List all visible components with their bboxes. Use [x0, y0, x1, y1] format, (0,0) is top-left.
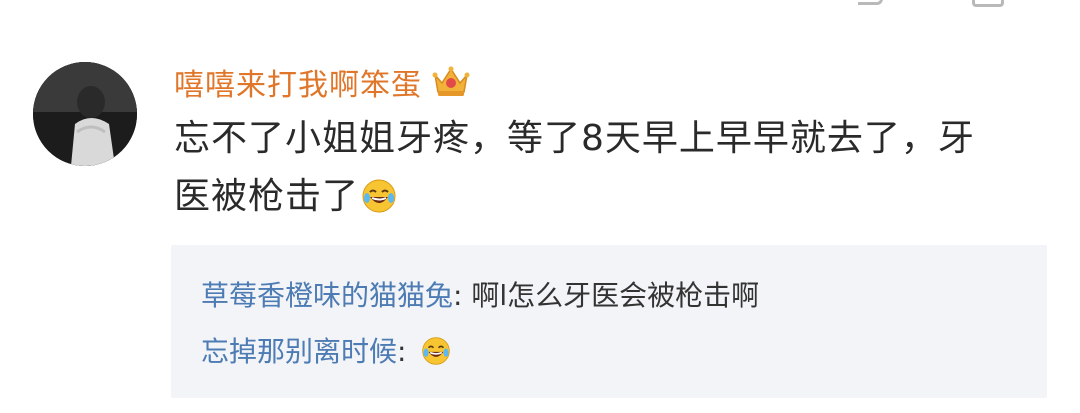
crown-badge-icon	[432, 66, 470, 96]
reply-text: 啊l怎么牙医会被枪击啊	[471, 279, 760, 312]
reply-author[interactable]: 忘掉那别离时候	[201, 335, 397, 368]
replies-panel[interactable]: 草莓香橙味的猫猫兔: 啊l怎么牙医会被枪击啊 忘掉那别离时候:	[171, 245, 1047, 398]
username[interactable]: 嘻嘻来打我啊笨蛋	[174, 60, 422, 104]
top-action-bar	[840, 0, 1040, 7]
avatar[interactable]	[33, 62, 137, 166]
comment-body: 忘不了小姐姐牙疼，等了8天早上早早就去了，牙 医被枪击了	[174, 110, 1054, 226]
comment-icon[interactable]	[858, 0, 883, 5]
comment-text-line-2: 医被枪击了	[174, 168, 1054, 226]
avatar-photo-icon	[33, 62, 137, 166]
reply-item[interactable]: 忘掉那别离时候:	[201, 333, 451, 371]
laugh-cry-emoji-icon	[422, 337, 451, 365]
like-icon[interactable]	[972, 0, 1004, 7]
laugh-cry-emoji-icon	[362, 179, 396, 213]
comment-text-line-2-text: 医被枪击了	[174, 176, 360, 217]
reply-separator: :	[453, 279, 472, 312]
reply-item[interactable]: 草莓香橙味的猫猫兔: 啊l怎么牙医会被枪击啊	[201, 277, 759, 315]
reply-author[interactable]: 草莓香橙味的猫猫兔	[201, 279, 453, 312]
reply-separator: :	[397, 335, 416, 368]
comment-header: 嘻嘻来打我啊笨蛋	[174, 60, 470, 104]
comment-text-line-1: 忘不了小姐姐牙疼，等了8天早上早早就去了，牙	[174, 118, 975, 159]
